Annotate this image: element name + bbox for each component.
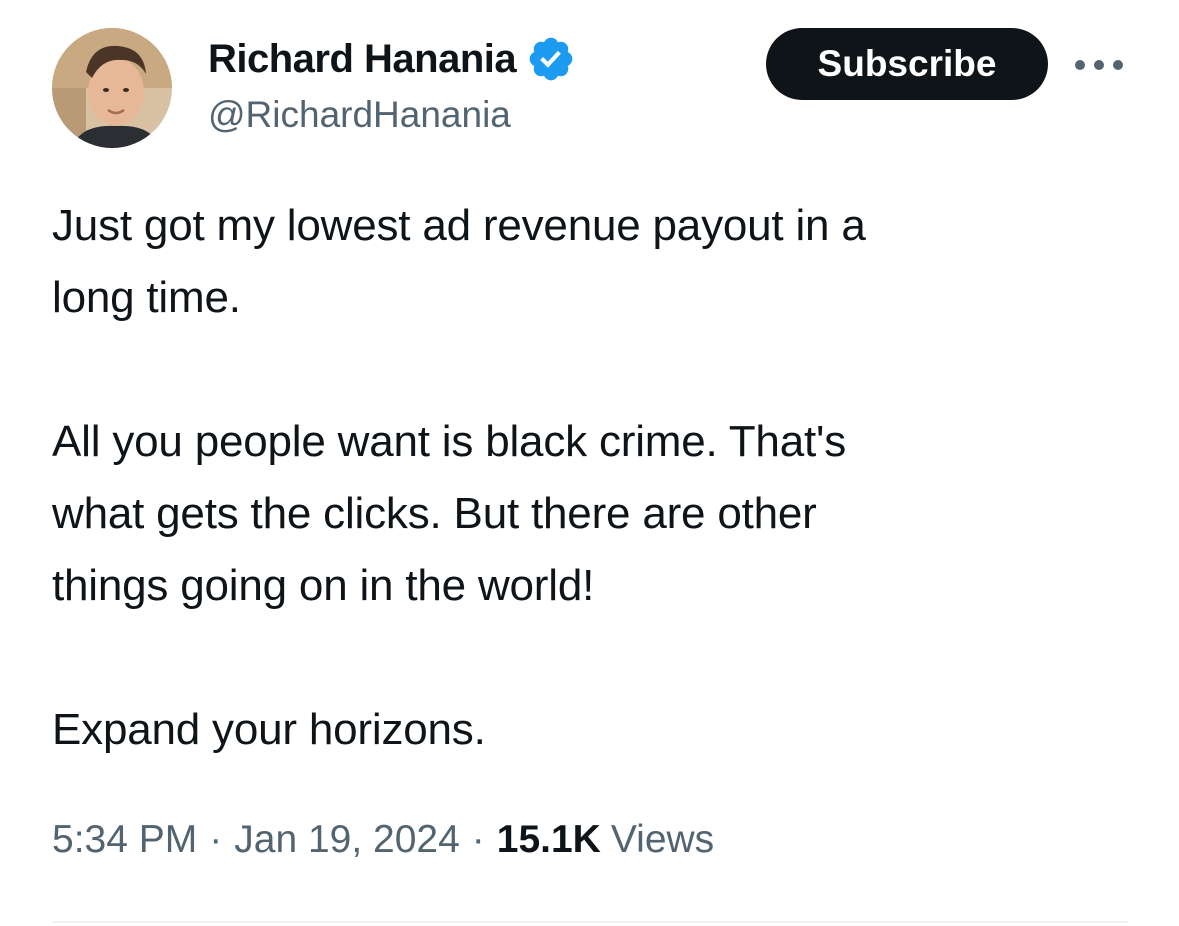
tweet-meta: 5:34 PM · Jan 19, 2024 · 15.1K Views [52, 818, 714, 862]
divider [52, 921, 1128, 923]
tweet-paragraph: All you people want is black crime. That… [52, 417, 846, 610]
more-horizontal-icon [1075, 60, 1123, 70]
more-options-button[interactable] [1068, 48, 1130, 82]
profile-photo [52, 28, 172, 148]
subscribe-button[interactable]: Subscribe [766, 28, 1048, 100]
author-display-name[interactable]: Richard Hanania [208, 37, 517, 82]
meta-separator: · [471, 818, 485, 861]
author-handle[interactable]: @RichardHanania [208, 94, 511, 136]
views-label: Views [610, 818, 715, 861]
tweet-paragraph: Just got my lowest ad revenue payout in … [52, 201, 866, 322]
meta-separator: · [209, 818, 223, 861]
tweet-time[interactable]: 5:34 PM [52, 818, 197, 862]
tweet-date[interactable]: Jan 19, 2024 [234, 818, 460, 862]
tweet-text: Just got my lowest ad revenue payout in … [52, 190, 1132, 766]
avatar[interactable] [52, 28, 172, 148]
tweet-paragraph: Expand your horizons. [52, 705, 486, 754]
author-name-row[interactable]: Richard Hanania [208, 36, 576, 82]
views-count[interactable]: 15.1K [497, 818, 611, 862]
verified-badge-icon [529, 37, 573, 81]
